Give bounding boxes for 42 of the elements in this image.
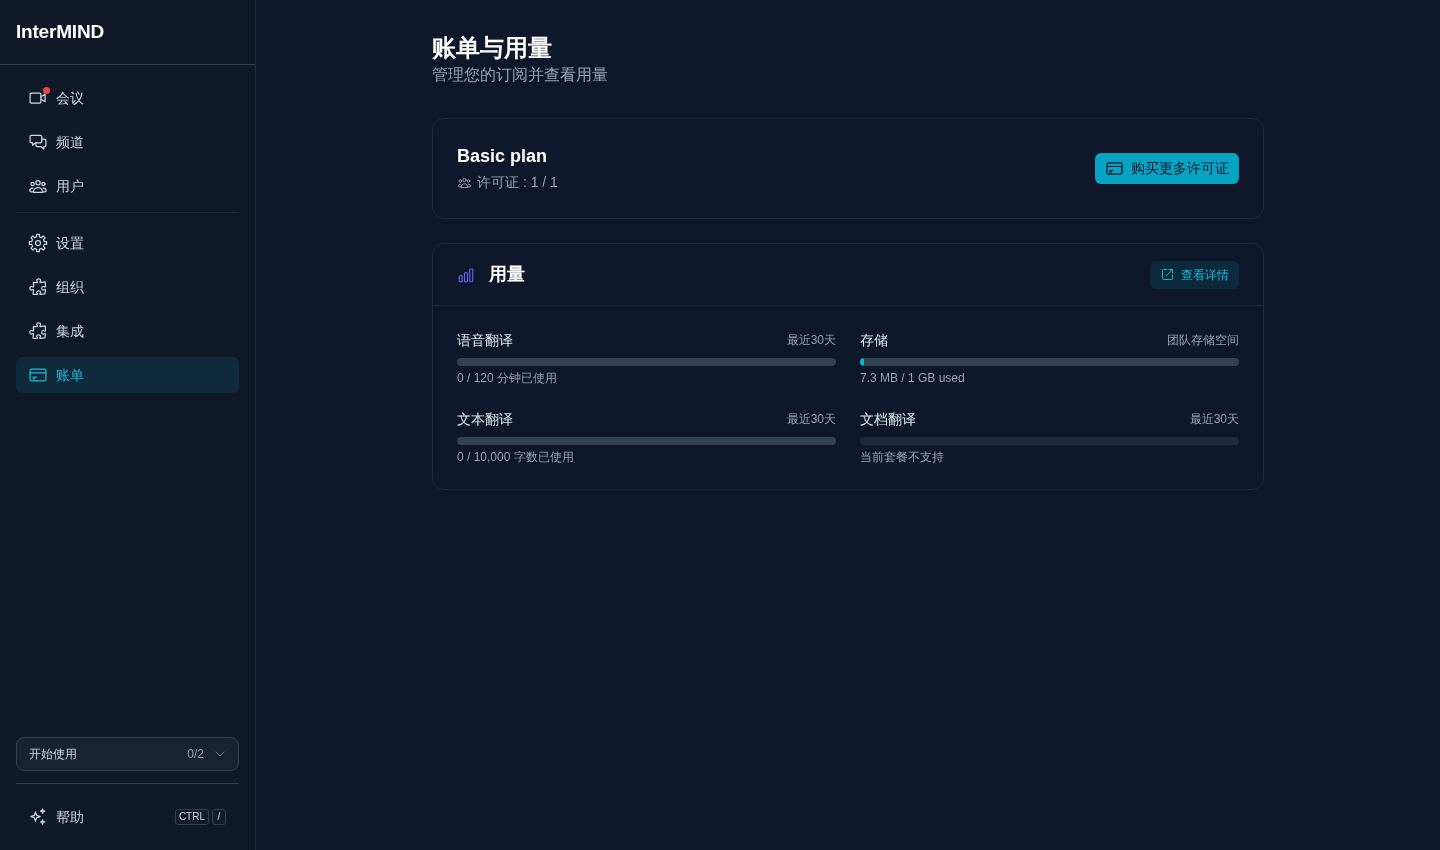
plan-name: Basic plan (457, 145, 549, 168)
usage-label: 文本翻译 (457, 409, 513, 429)
settings-icon (28, 233, 48, 253)
sparkles-icon (28, 807, 48, 827)
nav-item[interactable]: 会议 (16, 80, 239, 116)
bar-chart-icon (457, 265, 475, 284)
usage-title: 用量 (489, 263, 525, 286)
chat-bubbles-icon (28, 132, 48, 152)
page-subtitle: 管理您的订阅并查看用量 (432, 65, 609, 85)
usage-period: 最近30天 (786, 332, 836, 349)
usage-label: 语音翻译 (457, 330, 513, 350)
nav-item[interactable]: 账单 (16, 357, 239, 393)
puzzle-icon (28, 321, 48, 341)
onboarding-progress: 0/2 (187, 746, 204, 763)
credit-card-icon (1105, 159, 1124, 178)
nav-item[interactable]: 设置 (16, 225, 239, 261)
page-title: 账单与用量 (432, 33, 553, 63)
shortcut-key: / (212, 809, 226, 825)
usage-reading: 0 / 10,000 字数已使用 (457, 449, 575, 465)
puzzle-icon (28, 277, 48, 297)
onboarding-label: 开始使用 (29, 746, 77, 763)
nav-item[interactable]: 用户 (16, 168, 239, 204)
external-link-icon (1160, 267, 1175, 282)
usage-reading: 当前套餐不支持 (860, 449, 945, 465)
usage-period: 团队存储空间 (1167, 332, 1239, 349)
brand-logo-text: InterMIND (16, 19, 104, 44)
users-icon (457, 175, 472, 190)
license-count: 许可证 : 1 / 1 (477, 173, 558, 192)
help-link[interactable]: 帮助 (28, 806, 84, 828)
nav-item[interactable]: 集成 (16, 313, 239, 349)
usage-reading: 0 / 120 分钟已使用 (457, 370, 559, 386)
shortcut-key: CTRL (174, 809, 209, 825)
usage-label: 文档翻译 (860, 409, 916, 429)
nav-item[interactable]: 频道 (16, 124, 239, 160)
usage-reading: 7.3 MB / 1 GB used (860, 370, 966, 386)
view-details-button[interactable]: 查看详情 (1150, 260, 1239, 289)
usage-label: 存储 (860, 330, 888, 350)
usage-period: 最近30天 (1189, 411, 1239, 428)
onboarding-dropdown[interactable]: 开始使用 0/2 (16, 737, 239, 771)
usage-period: 最近30天 (786, 411, 836, 428)
buy-licenses-button[interactable]: 购买更多许可证 (1095, 153, 1239, 184)
nav-item[interactable]: 组织 (16, 269, 239, 305)
